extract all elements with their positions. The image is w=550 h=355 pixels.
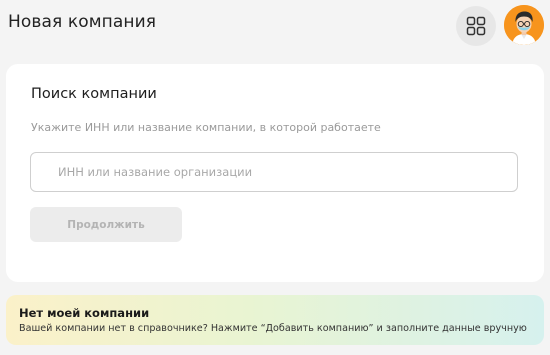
header: Новая компания xyxy=(0,0,550,50)
company-search-input[interactable] xyxy=(30,152,518,192)
search-hint: Укажите ИНН или название компании, в кот… xyxy=(31,121,381,134)
grid-apps-icon xyxy=(466,16,486,36)
user-avatar-icon xyxy=(504,5,544,45)
avatar[interactable] xyxy=(504,5,544,45)
apps-menu-button[interactable] xyxy=(456,6,496,46)
continue-button[interactable]: Продолжить xyxy=(30,207,182,242)
banner-title: Нет моей компании xyxy=(19,306,150,320)
banner-text: Вашей компании нет в справочнике? Нажмит… xyxy=(19,323,527,334)
card-title: Поиск компании xyxy=(31,86,157,102)
page-title: Новая компания xyxy=(8,12,157,32)
no-company-banner[interactable]: Нет моей компании Вашей компании нет в с… xyxy=(6,295,544,345)
company-search-card: Поиск компании Укажите ИНН или название … xyxy=(6,64,544,282)
